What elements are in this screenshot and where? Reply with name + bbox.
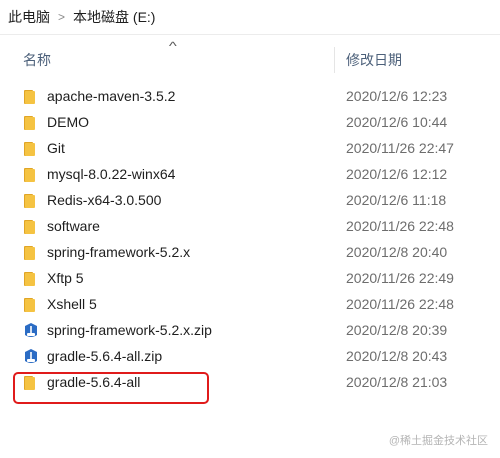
file-date-modified: 2020/11/26 22:49 [346,270,454,286]
file-name: Xshell 5 [47,296,97,312]
folder-icon [22,296,40,314]
file-date-modified: 2020/12/8 20:40 [346,244,448,260]
file-row[interactable]: mysql-8.0.22-winx64 2020/12/6 12:12 [0,162,500,188]
column-header-name[interactable]: 名称 [23,50,51,70]
column-divider[interactable] [334,47,335,73]
breadcrumb-separator[interactable]: > [56,10,67,24]
column-header-date-modified[interactable]: 修改日期 [346,50,402,70]
file-row[interactable]: Xftp 5 2020/11/26 22:49 [0,266,500,292]
breadcrumb-this-pc[interactable]: 此电脑 [0,7,56,27]
file-date-modified: 2020/12/6 11:18 [346,192,447,208]
file-name: DEMO [47,114,89,130]
breadcrumb-local-disk[interactable]: 本地磁盘 (E:) [67,7,161,27]
file-date-modified: 2020/11/26 22:47 [346,140,454,156]
file-date-modified: 2020/12/8 20:39 [346,322,448,338]
file-row[interactable]: gradle-5.6.4-all.zip 2020/12/8 20:43 [0,344,500,370]
file-date-modified: 2020/12/6 10:44 [346,114,448,130]
file-row[interactable]: Xshell 5 2020/11/26 22:48 [0,292,500,318]
file-row[interactable]: software 2020/11/26 22:48 [0,214,500,240]
folder-icon [22,88,40,106]
file-row[interactable]: spring-framework-5.2.x 2020/12/8 20:40 [0,240,500,266]
file-name: spring-framework-5.2.x [47,244,191,260]
file-date-modified: 2020/11/26 22:48 [346,218,454,234]
folder-icon [22,270,40,288]
file-row[interactable]: Redis-x64-3.0.500 2020/12/6 11:18 [0,188,500,214]
file-date-modified: 2020/12/8 20:43 [346,348,448,364]
file-list: apache-maven-3.5.2 2020/12/6 12:23 DEMO 202… [0,84,500,396]
file-row[interactable]: spring-framework-5.2.x.zip 2020/12/8 20:3… [0,318,500,344]
file-name: software [47,218,100,234]
file-name: Xftp 5 [47,270,84,286]
file-name: Redis-x64-3.0.500 [47,192,162,208]
file-date-modified: 2020/12/8 21:03 [346,374,448,390]
folder-icon [22,192,40,210]
file-name: gradle-5.6.4-all.zip [47,348,163,364]
file-date-modified: 2020/12/6 12:23 [346,88,448,104]
folder-icon [22,218,40,236]
folder-icon [22,140,40,158]
file-row[interactable]: Git 2020/11/26 22:47 [0,136,500,162]
file-row[interactable]: DEMO 2020/12/6 10:44 [0,110,500,136]
file-name: spring-framework-5.2.x.zip [47,322,212,338]
file-name: Git [47,140,65,156]
file-name: mysql-8.0.22-winx64 [47,166,176,182]
file-name: apache-maven-3.5.2 [47,88,176,104]
highlight-box [13,372,209,404]
folder-icon [22,114,40,132]
file-date-modified: 2020/11/26 22:48 [346,296,454,312]
file-date-modified: 2020/12/6 12:12 [346,166,448,182]
zip-file-icon [22,322,40,340]
folder-icon [22,244,40,262]
zip-file-icon [22,348,40,366]
file-row[interactable]: apache-maven-3.5.2 2020/12/6 12:23 [0,84,500,110]
watermark: @稀土掘金技术社区 [388,435,488,447]
column-header-row: 名称 修改日期 [0,45,500,75]
folder-icon [22,166,40,184]
breadcrumb: 此电脑 > 本地磁盘 (E:) [0,0,500,35]
